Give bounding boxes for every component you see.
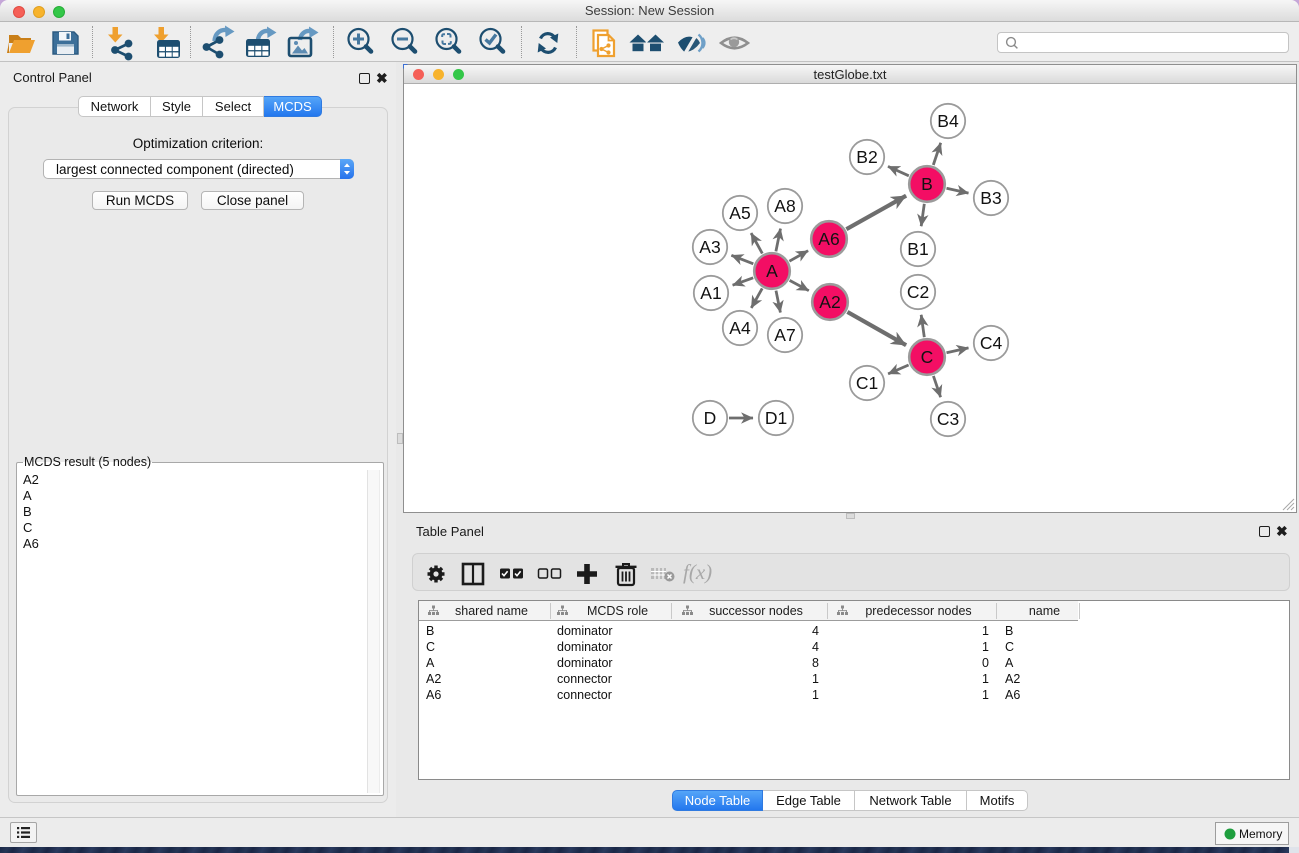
svg-text:B1: B1: [907, 239, 928, 259]
svg-text:A1: A1: [700, 283, 721, 303]
svg-text:A3: A3: [699, 237, 720, 257]
svg-text:D1: D1: [765, 408, 787, 428]
svg-text:A: A: [766, 261, 778, 281]
svg-text:B4: B4: [937, 111, 959, 131]
svg-text:A2: A2: [819, 292, 840, 312]
svg-text:A6: A6: [818, 229, 839, 249]
svg-text:C4: C4: [980, 333, 1003, 353]
svg-text:C1: C1: [856, 373, 878, 393]
svg-text:B: B: [921, 174, 933, 194]
svg-text:A7: A7: [774, 325, 795, 345]
svg-text:C3: C3: [937, 409, 959, 429]
svg-text:A4: A4: [729, 318, 751, 338]
svg-text:A8: A8: [774, 196, 795, 216]
svg-text:B2: B2: [856, 147, 877, 167]
svg-text:C2: C2: [907, 282, 929, 302]
svg-text:C: C: [921, 347, 934, 367]
svg-text:A5: A5: [729, 203, 750, 223]
svg-text:B3: B3: [980, 188, 1001, 208]
svg-text:D: D: [704, 408, 717, 428]
